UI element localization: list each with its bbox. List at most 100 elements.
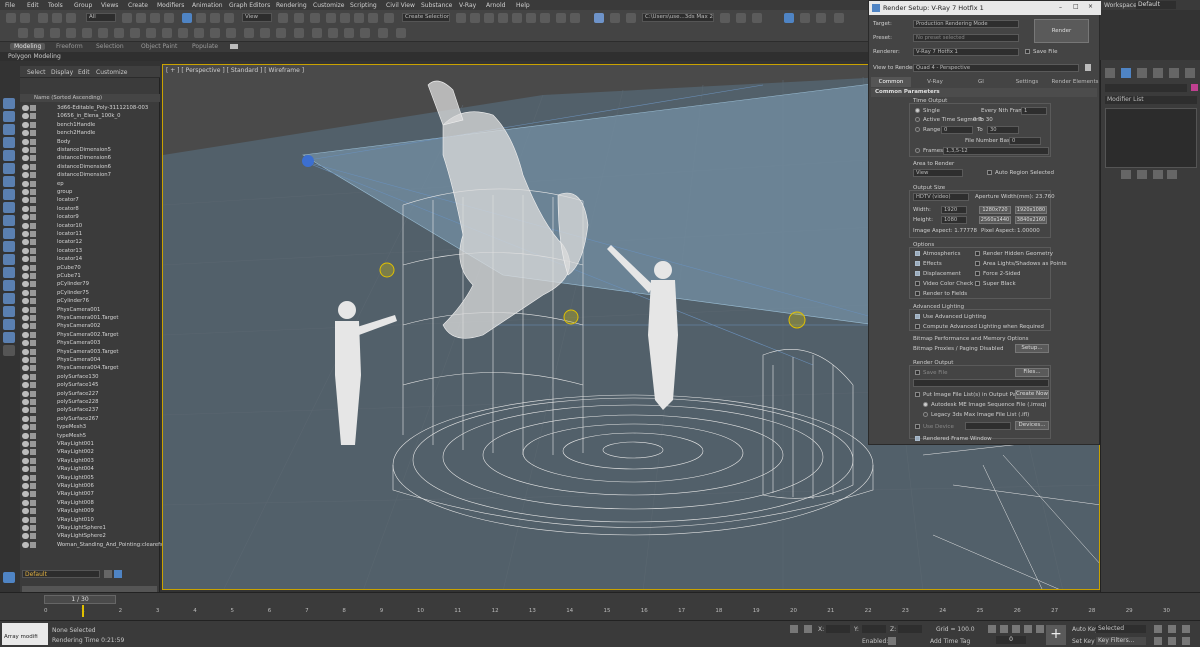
scene-object-row[interactable]: polySurface130 — [0, 373, 160, 381]
vray-ipr-icon[interactable] — [800, 13, 810, 23]
scene-object-name[interactable]: locator12 — [57, 239, 82, 245]
timeline-track[interactable]: 0123456789101112131415161718192021222324… — [0, 606, 1200, 618]
redo-icon[interactable] — [20, 13, 30, 23]
scene-object-row[interactable]: distanceDimension6 — [0, 163, 160, 171]
visibility-eye-icon[interactable] — [22, 189, 29, 195]
sphere-render-3-icon[interactable] — [344, 28, 354, 38]
scene-object-row[interactable]: PhysCamera002 — [0, 322, 160, 330]
sphere-render-4-icon[interactable] — [360, 28, 370, 38]
visibility-eye-icon[interactable] — [22, 365, 29, 372]
scene-object-name[interactable]: polySurface145 — [57, 382, 99, 388]
display-helpers-icon[interactable] — [3, 163, 15, 174]
atmospherics-checkbox[interactable] — [915, 251, 920, 256]
autodesk-me-radio[interactable] — [923, 402, 928, 407]
scene-object-row[interactable]: PhysCamera004.Target — [0, 364, 160, 372]
scene-object-name[interactable]: locator7 — [57, 197, 79, 203]
output-path-field[interactable] — [913, 379, 1049, 387]
scene-object-name[interactable]: locator9 — [57, 214, 79, 220]
vray-camera-icon[interactable] — [146, 28, 156, 38]
reference-coordinate-dropdown[interactable]: View — [242, 13, 272, 22]
make-unique-icon[interactable] — [1153, 170, 1163, 179]
z-coordinate-field[interactable] — [898, 625, 922, 633]
scene-object-name[interactable]: VRayLightSphere2 — [57, 533, 106, 539]
scene-object-row[interactable]: pCylinder75 — [0, 289, 160, 297]
maxscript-text[interactable]: Array modifi — [4, 634, 38, 640]
file-number-base-field[interactable]: 0 — [1009, 137, 1041, 145]
create-panel-icon[interactable] — [1105, 68, 1115, 78]
menu-customize[interactable]: Customize — [313, 2, 345, 9]
visibility-eye-icon[interactable] — [22, 205, 29, 212]
set-key-plus-icon[interactable]: + — [1046, 625, 1066, 645]
scene-object-name[interactable]: ep — [57, 181, 64, 187]
toggle-layer-explorer-icon[interactable] — [498, 13, 508, 23]
visibility-eye-icon[interactable] — [22, 163, 29, 170]
scene-object-row[interactable]: pCube70 — [0, 264, 160, 272]
scene-object-name[interactable]: 10656_in_Elena_100k_0 — [57, 113, 121, 119]
maximize-viewport-icon[interactable] — [1182, 637, 1190, 645]
arnold-render-icon[interactable] — [834, 13, 844, 23]
scene-object-name[interactable]: pCube71 — [57, 273, 81, 279]
visibility-eye-icon[interactable] — [22, 373, 29, 380]
use-device-checkbox[interactable] — [915, 424, 920, 429]
visibility-eye-icon[interactable] — [22, 105, 29, 111]
scene-object-row[interactable]: locator12 — [0, 238, 160, 246]
scene-object-name[interactable]: polySurface130 — [57, 374, 99, 380]
menu-arnold[interactable]: Arnold — [486, 2, 505, 9]
vray-render-icon[interactable] — [784, 13, 794, 23]
frames-field[interactable]: 1,3,5-12 — [943, 147, 1049, 155]
spinner-snap-icon[interactable] — [368, 13, 378, 23]
menu-vray[interactable]: V-Ray — [459, 2, 476, 9]
vray-toon-icon[interactable] — [294, 28, 304, 38]
effects-checkbox[interactable] — [915, 261, 920, 266]
tab-settings[interactable]: Settings — [1007, 77, 1047, 87]
visibility-eye-icon[interactable] — [22, 348, 29, 355]
ribbon-tab-freeform[interactable]: Freeform — [56, 43, 83, 50]
visibility-eye-icon[interactable] — [22, 222, 29, 229]
scene-object-row[interactable]: distanceDimension7 — [0, 171, 160, 179]
lock-view-icon[interactable] — [1085, 64, 1091, 71]
visibility-eye-icon[interactable] — [22, 247, 29, 254]
render-production-icon[interactable] — [594, 13, 604, 23]
area-to-render-dropdown[interactable]: View — [913, 169, 963, 177]
visibility-eye-icon[interactable] — [22, 432, 29, 439]
vray-ies-light-icon[interactable] — [50, 28, 60, 38]
scene-object-name[interactable]: VRayLight006 — [57, 483, 94, 489]
tab-render-elements[interactable]: Render Elements — [1051, 77, 1099, 87]
scene-object-row[interactable]: polySurface145 — [0, 381, 160, 389]
vray-frame-buffer-icon[interactable] — [736, 13, 746, 23]
percent-snap-icon[interactable] — [354, 13, 364, 23]
bind-space-warp-icon[interactable] — [66, 13, 76, 23]
visibility-eye-icon[interactable] — [22, 441, 29, 447]
visibility-eye-icon[interactable] — [22, 399, 29, 405]
visibility-eye-icon[interactable] — [22, 264, 29, 271]
menu-animation[interactable]: Animation — [192, 2, 223, 9]
vray-light-icon[interactable] — [18, 28, 28, 38]
scene-object-row[interactable]: pCylinder79 — [0, 280, 160, 288]
tab-gi[interactable]: GI — [961, 77, 1001, 87]
rectangular-selection-icon[interactable] — [150, 13, 160, 23]
scene-object-row[interactable]: VRayLight008 — [0, 499, 160, 507]
layer-dropdown[interactable]: Default — [22, 570, 100, 578]
vray-logo-icon[interactable] — [378, 28, 388, 38]
scene-object-name[interactable]: PhysCamera003.Target — [57, 349, 118, 355]
scene-object-row[interactable]: VRayLight007 — [0, 490, 160, 498]
invert-display-icon[interactable] — [3, 293, 15, 304]
scene-object-name[interactable]: Woman_Standing_And_Pointing:clearefs_me — [57, 542, 174, 548]
scene-object-row[interactable]: VRayLight001 — [0, 440, 160, 448]
scene-object-name[interactable]: Body — [57, 139, 70, 145]
vray-decal-icon[interactable] — [162, 28, 172, 38]
view-to-render-dropdown[interactable]: Quad 4 - Perspective — [913, 64, 1079, 72]
display-children-icon[interactable] — [3, 306, 15, 317]
visibility-eye-icon[interactable] — [22, 499, 29, 506]
scene-object-row[interactable]: VRayLight006 — [0, 482, 160, 490]
renderer-dropdown[interactable]: V-Ray 7 Hotfix 1 — [913, 48, 1019, 56]
display-frozen-icon[interactable] — [3, 241, 15, 252]
files-button[interactable]: Files... — [1015, 368, 1049, 377]
scene-object-row[interactable]: distanceDimension5 — [0, 146, 160, 154]
visibility-eye-icon[interactable] — [22, 172, 29, 179]
move-icon[interactable] — [182, 13, 192, 23]
scene-object-row[interactable]: VRayLight009 — [0, 507, 160, 515]
visibility-eye-icon[interactable] — [22, 466, 29, 473]
scene-object-name[interactable]: VRayLight005 — [57, 475, 94, 481]
motion-panel-icon[interactable] — [1153, 68, 1163, 78]
